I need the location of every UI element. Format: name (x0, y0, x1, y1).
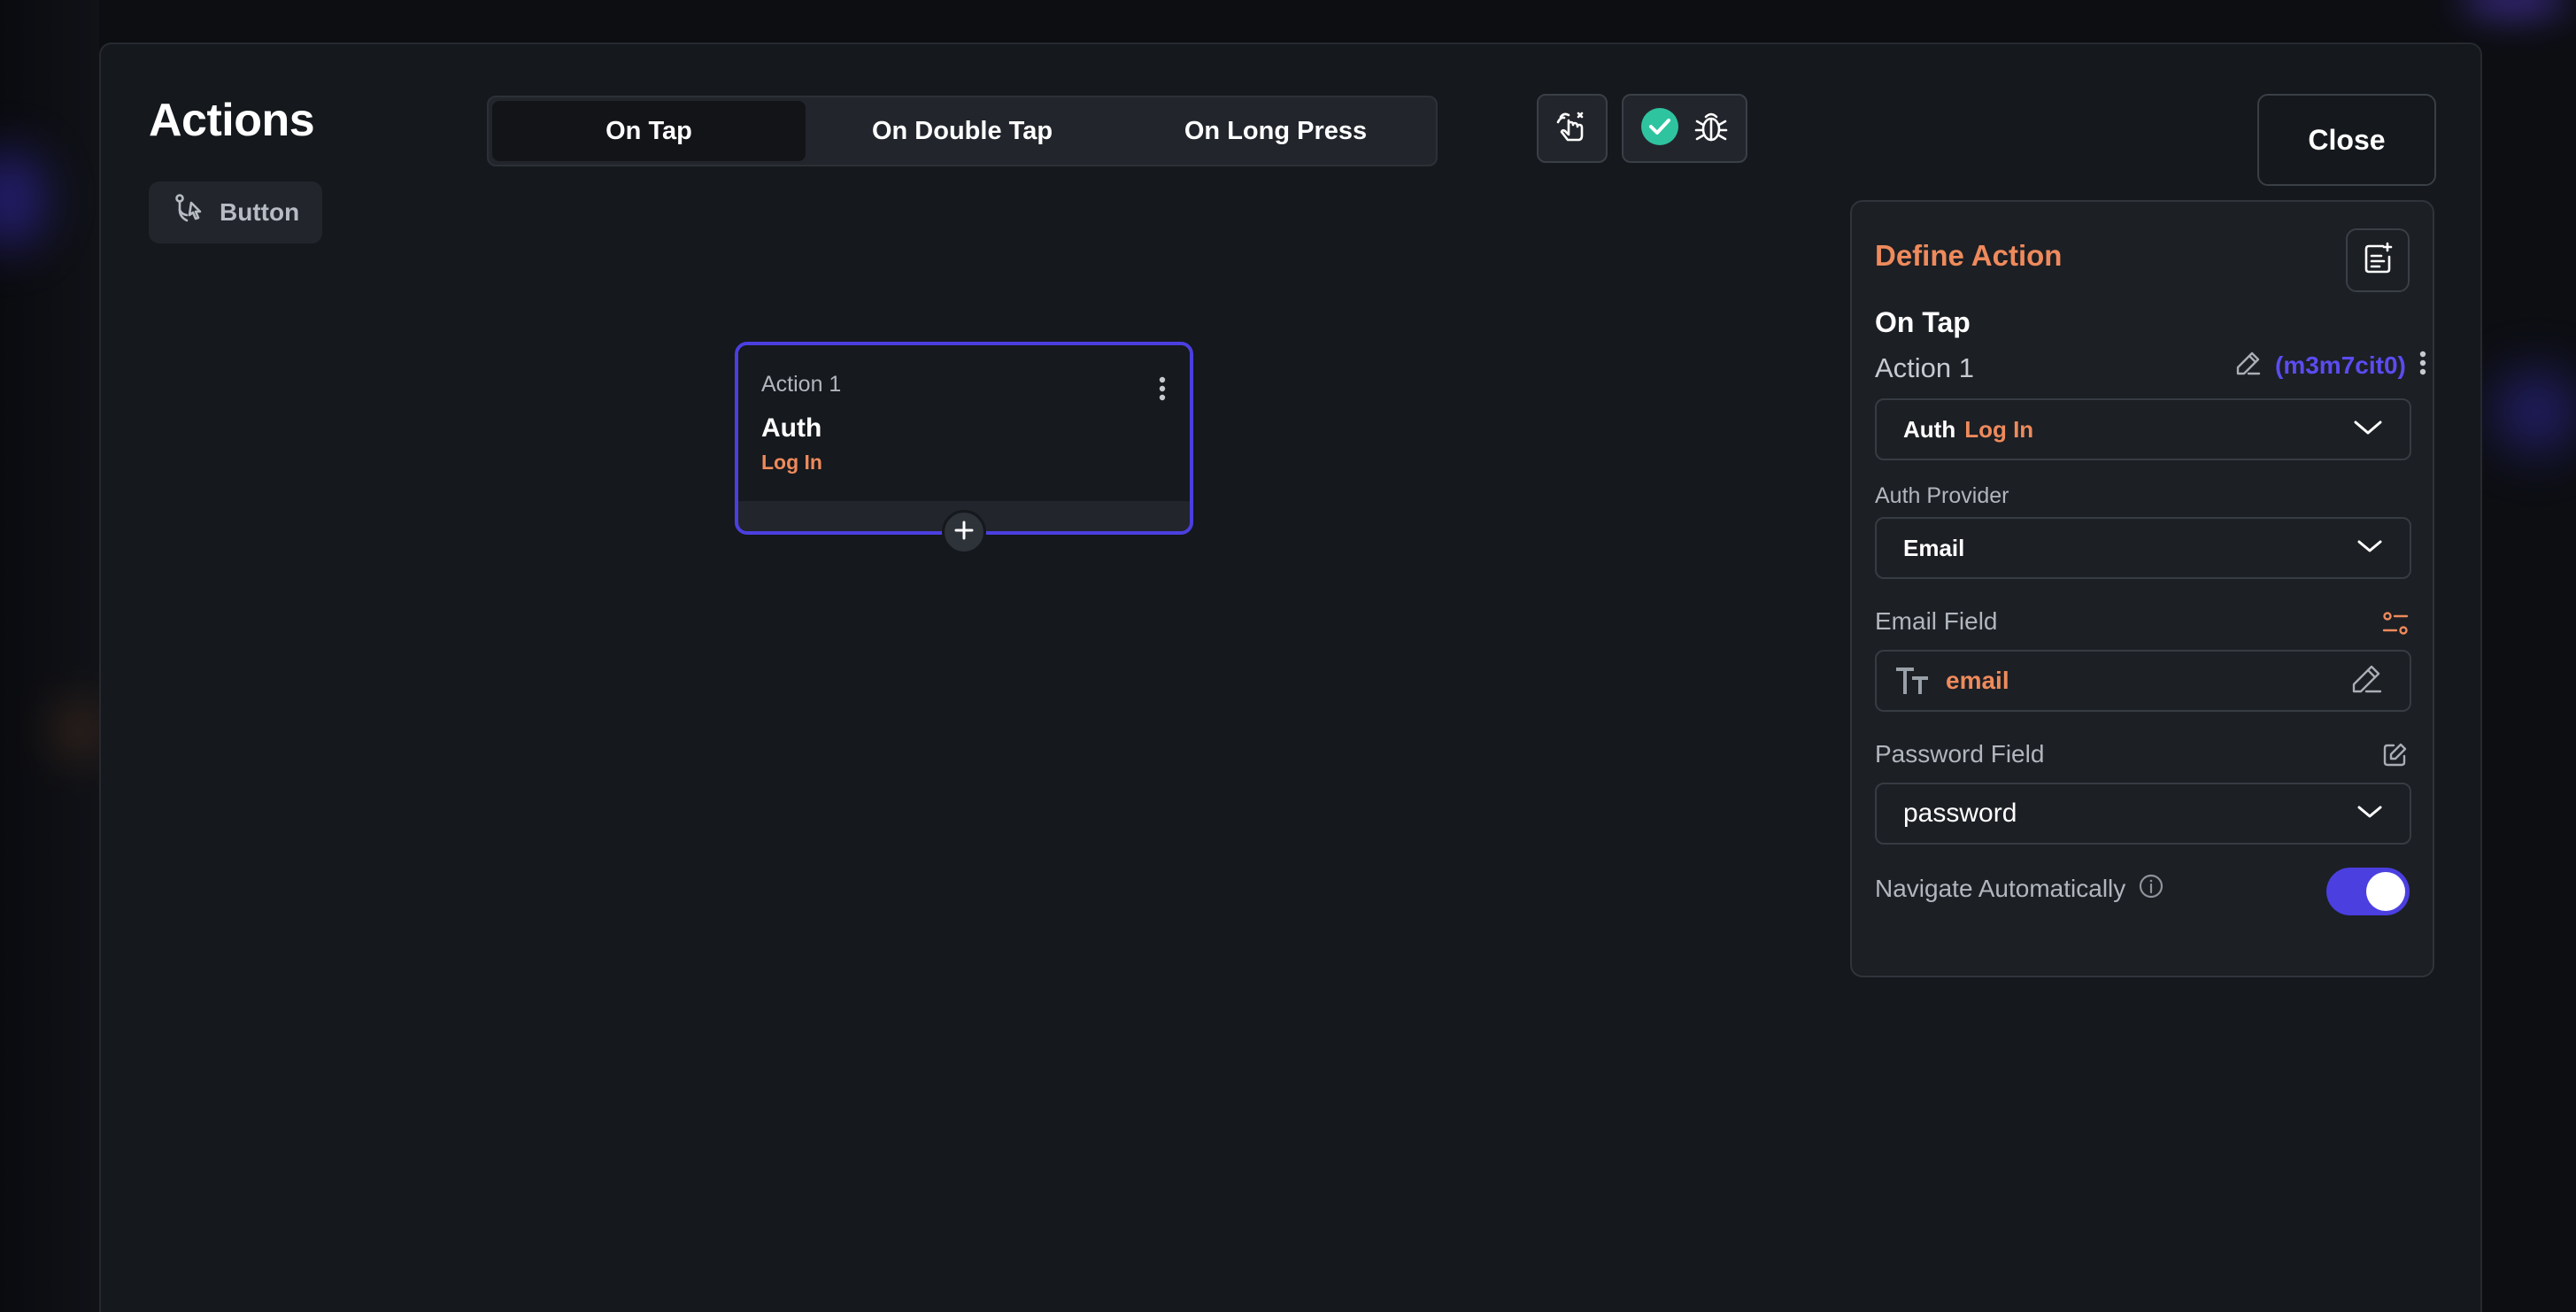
variable-settings-icon[interactable] (2381, 609, 2410, 642)
backdrop-glow (2461, 0, 2567, 18)
action-library-button[interactable] (2346, 228, 2410, 292)
auth-provider-select[interactable]: Email (1875, 517, 2411, 579)
auth-provider-label: Auth Provider (1875, 483, 2009, 508)
pencil-icon[interactable] (2234, 349, 2263, 382)
gesture-button[interactable] (1537, 94, 1608, 163)
action-id-group: (m3m7cit0) (2234, 349, 2427, 382)
action-type-action: Log In (1964, 415, 2034, 443)
pencil-icon[interactable] (2349, 662, 2383, 700)
more-vertical-icon[interactable] (2418, 350, 2427, 381)
page-title: Actions (149, 95, 315, 146)
backdrop-glow (53, 699, 106, 761)
password-field-label: Password Field (1875, 740, 2045, 768)
check-circle-icon (1640, 107, 1679, 150)
backdrop-glow (2496, 372, 2576, 451)
trigger-tabs: On Tap On Double Tap On Long Press (487, 96, 1438, 166)
chevron-down-icon (2356, 804, 2383, 824)
bug-icon (1693, 108, 1729, 150)
action-node-label: Action 1 (761, 372, 842, 397)
action-type-select[interactable]: Auth Log In (1875, 398, 2411, 460)
navigate-automatically-row: Navigate Automatically (1875, 873, 2164, 904)
email-field-label: Email Field (1875, 607, 1998, 635)
password-field-select[interactable]: password (1875, 783, 2411, 845)
trigger-name: On Tap (1875, 306, 1971, 338)
action-node-body: Action 1 Auth Log In (738, 345, 1190, 501)
tab-on-tap[interactable]: On Tap (492, 101, 806, 161)
tab-on-long-press[interactable]: On Long Press (1119, 101, 1432, 161)
widget-chip[interactable]: Button (149, 181, 322, 243)
email-field-value: email (1946, 667, 2009, 694)
action-node-title: Auth (761, 413, 822, 443)
more-vertical-icon[interactable] (1158, 375, 1167, 406)
flow-branch-icon (172, 192, 207, 234)
close-button[interactable]: Close (2257, 94, 2436, 186)
action-name: Action 1 (1875, 352, 1975, 383)
action-id: (m3m7cit0) (2275, 351, 2406, 379)
status-debug-button[interactable] (1622, 94, 1747, 163)
edit-square-icon[interactable] (2381, 742, 2408, 773)
action-node-subtitle: Log In (761, 451, 822, 474)
add-action-button[interactable] (942, 510, 986, 554)
panel-title: Define Action (1875, 239, 2063, 272)
action-type-category: Auth (1903, 415, 1956, 443)
toggle-knob (2366, 872, 2405, 911)
action-node[interactable]: Action 1 Auth Log In (735, 342, 1193, 554)
email-field-input[interactable]: email (1875, 650, 2411, 712)
text-type-icon (1894, 666, 1932, 696)
define-action-panel: Define Action On Tap Action 1 (m3m7cit0) (1850, 200, 2434, 977)
password-field-value: password (1903, 799, 2017, 828)
chevron-down-icon (2353, 419, 2383, 441)
info-icon[interactable] (2138, 873, 2164, 904)
plus-icon (953, 520, 975, 545)
chevron-down-icon (2356, 538, 2383, 559)
gesture-hand-icon (1554, 108, 1591, 150)
tab-on-double-tap[interactable]: On Double Tap (806, 101, 1119, 161)
navigate-automatically-label: Navigate Automatically (1875, 874, 2126, 902)
navigate-automatically-toggle[interactable] (2326, 868, 2410, 915)
widget-chip-label: Button (220, 198, 300, 226)
note-add-icon (2360, 241, 2395, 281)
auth-provider-value: Email (1903, 534, 1965, 561)
